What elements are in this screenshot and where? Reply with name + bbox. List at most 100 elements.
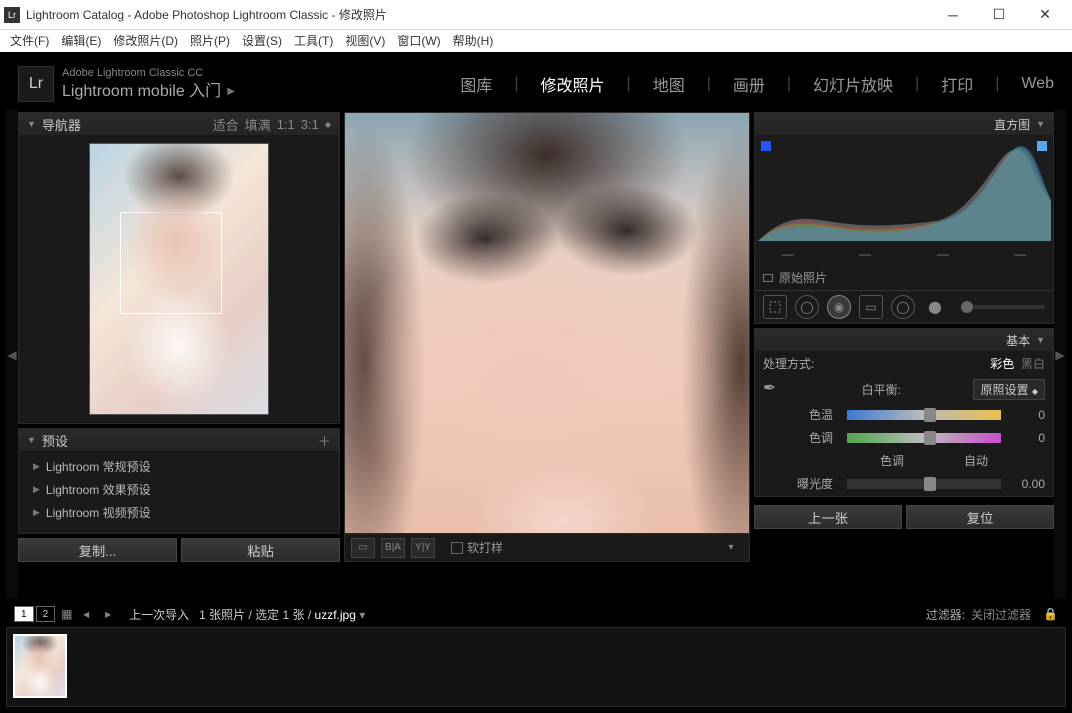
navigator-crop-frame[interactable] bbox=[120, 212, 222, 314]
menu-photo[interactable]: 照片(P) bbox=[184, 30, 236, 52]
brush-size-slider[interactable] bbox=[961, 305, 1045, 309]
navigator-image[interactable] bbox=[89, 143, 269, 415]
app-icon: Lr bbox=[4, 7, 20, 23]
filmstrip[interactable] bbox=[6, 627, 1066, 707]
navigator-panel: ▼ 导航器 适合 填满 1:1 3:1 ◆ bbox=[18, 112, 340, 424]
back-icon[interactable]: ◂ bbox=[83, 607, 97, 621]
tint-value[interactable]: 0 bbox=[1007, 431, 1045, 445]
menu-edit[interactable]: 编辑(E) bbox=[55, 30, 107, 52]
basic-header[interactable]: 基本 ▼ bbox=[755, 329, 1053, 351]
lightroom-logo-icon: Lr bbox=[18, 66, 54, 102]
zoom-fill[interactable]: 填满 bbox=[245, 115, 271, 134]
redeye-tool-icon[interactable]: ◉ bbox=[827, 295, 851, 319]
menu-file[interactable]: 文件(F) bbox=[4, 30, 55, 52]
preset-folder[interactable]: ▶Lightroom 视频预设 bbox=[19, 501, 339, 524]
navigator-header[interactable]: ▼ 导航器 适合 填满 1:1 3:1 ◆ bbox=[19, 113, 339, 135]
filter-select[interactable]: 关闭过滤器 bbox=[971, 606, 1031, 623]
checkbox-icon bbox=[451, 542, 463, 554]
maximize-button[interactable]: ☐ bbox=[976, 0, 1022, 30]
menu-window[interactable]: 窗口(W) bbox=[391, 30, 446, 52]
copy-button[interactable]: 复制... bbox=[18, 538, 177, 562]
module-web[interactable]: Web bbox=[1021, 75, 1054, 93]
menu-help[interactable]: 帮助(H) bbox=[447, 30, 500, 52]
temp-label: 色温 bbox=[763, 406, 833, 423]
treatment-bw[interactable]: 黑白 bbox=[1021, 357, 1045, 371]
status-bar: 1 2 ▦ ◂ ▸ 上一次导入 1 张照片 / 选定 1 张 / uzzf.jp… bbox=[6, 603, 1066, 625]
zoom-fit[interactable]: 适合 bbox=[213, 115, 239, 134]
triangle-icon: ▶ bbox=[33, 461, 40, 472]
close-button[interactable]: ✕ bbox=[1022, 0, 1068, 30]
copy-paste-row: 复制... 粘贴 bbox=[18, 538, 340, 562]
identity-line2[interactable]: Lightroom mobile 入门▶ bbox=[62, 81, 460, 103]
photo-content bbox=[345, 113, 749, 533]
before-after-tb-icon[interactable]: Y|Y bbox=[411, 538, 435, 558]
source-label: 上一次导入 bbox=[129, 608, 189, 622]
title-bar: Lr Lightroom Catalog - Adobe Photoshop L… bbox=[0, 0, 1072, 30]
soft-proof-toggle[interactable]: 软打样 bbox=[451, 539, 503, 556]
chevron-down-icon[interactable]: ▾ bbox=[359, 608, 365, 622]
exposure-slider[interactable] bbox=[847, 479, 1001, 489]
spot-removal-icon[interactable]: ◯ bbox=[795, 295, 819, 319]
menu-tools[interactable]: 工具(T) bbox=[288, 30, 339, 52]
crop-tool-icon[interactable] bbox=[763, 295, 787, 319]
prev-reset-row: 上一张 复位 bbox=[754, 505, 1054, 529]
presets-list: ▶Lightroom 常规预设 ▶Lightroom 效果预设 ▶Lightro… bbox=[19, 451, 339, 528]
module-book[interactable]: 画册 bbox=[733, 72, 765, 96]
menu-view[interactable]: 视图(V) bbox=[339, 30, 391, 52]
module-map[interactable]: 地图 bbox=[653, 72, 685, 96]
secondary-display-button[interactable]: 2 bbox=[36, 606, 56, 622]
filmstrip-thumb[interactable] bbox=[13, 634, 67, 698]
basic-panel: 基本 ▼ 处理方式: 彩色 黑白 ✒ 白平衡: 原照设置 ◆ bbox=[754, 328, 1054, 497]
radial-filter-icon[interactable]: ◯ bbox=[891, 295, 915, 319]
original-photo-row[interactable]: 原始照片 bbox=[755, 265, 1053, 290]
hist-info-3: — bbox=[918, 247, 968, 261]
left-gutter[interactable]: ◀ bbox=[6, 110, 18, 599]
image-canvas[interactable] bbox=[344, 112, 750, 534]
zoom-1-1[interactable]: 1:1 bbox=[277, 117, 295, 132]
histogram-header[interactable]: 直方图 ▼ bbox=[755, 113, 1053, 135]
presets-header[interactable]: ▼ 预设 ＋ bbox=[19, 429, 339, 451]
menu-develop[interactable]: 修改照片(D) bbox=[107, 30, 184, 52]
auto-tone-button[interactable]: 自动 bbox=[964, 452, 988, 469]
loupe-view-icon[interactable]: ▭ bbox=[351, 538, 375, 558]
zoom-3-1[interactable]: 3:1 bbox=[301, 117, 319, 132]
tone-header-row: 色调 自动 bbox=[763, 452, 1045, 469]
eyedropper-icon[interactable]: ✒ bbox=[763, 378, 789, 400]
primary-display-button[interactable]: 1 bbox=[14, 606, 34, 622]
forward-icon[interactable]: ▸ bbox=[105, 607, 119, 621]
filter-lock-icon[interactable]: 🔒 bbox=[1043, 607, 1058, 621]
wb-select[interactable]: 原照设置 ◆ bbox=[973, 379, 1045, 400]
paste-button[interactable]: 粘贴 bbox=[181, 538, 340, 562]
module-slideshow[interactable]: 幻灯片放映 bbox=[813, 72, 893, 96]
divider: | bbox=[514, 75, 518, 93]
add-preset-icon[interactable]: ＋ bbox=[318, 431, 331, 450]
menu-settings[interactable]: 设置(S) bbox=[236, 30, 288, 52]
temp-row: 色温 0 bbox=[763, 406, 1045, 423]
module-library[interactable]: 图库 bbox=[460, 72, 492, 96]
module-develop[interactable]: 修改照片 bbox=[541, 72, 605, 96]
grid-icon[interactable]: ▦ bbox=[61, 607, 75, 621]
reset-button[interactable]: 复位 bbox=[906, 505, 1054, 529]
treatment-color[interactable]: 彩色 bbox=[990, 357, 1014, 371]
breadcrumb[interactable]: 上一次导入 1 张照片 / 选定 1 张 / uzzf.jpg ▾ bbox=[129, 606, 365, 623]
original-photo-label: 原始照片 bbox=[779, 269, 827, 286]
histogram-chart[interactable] bbox=[757, 137, 1051, 241]
previous-button[interactable]: 上一张 bbox=[754, 505, 902, 529]
adjustment-brush-icon[interactable]: ⬤ bbox=[923, 295, 947, 319]
disclosure-icon: ▼ bbox=[1036, 119, 1045, 129]
before-after-lr-icon[interactable]: B|A bbox=[381, 538, 405, 558]
right-gutter[interactable]: ▶ bbox=[1054, 110, 1066, 599]
module-print[interactable]: 打印 bbox=[941, 72, 973, 96]
minimize-button[interactable]: ─ bbox=[930, 0, 976, 30]
tint-slider[interactable] bbox=[847, 433, 1001, 443]
zoom-more-icon[interactable]: ◆ bbox=[325, 120, 331, 129]
temp-slider[interactable] bbox=[847, 410, 1001, 420]
preset-folder[interactable]: ▶Lightroom 效果预设 bbox=[19, 478, 339, 501]
temp-value[interactable]: 0 bbox=[1007, 408, 1045, 422]
exposure-value[interactable]: 0.00 bbox=[1007, 477, 1045, 491]
histogram-info-row: — — — — bbox=[755, 243, 1053, 265]
preset-folder[interactable]: ▶Lightroom 常规预设 bbox=[19, 455, 339, 478]
toolbar-menu-icon[interactable]: ▾ bbox=[719, 538, 743, 558]
basic-title: 基本 bbox=[1006, 332, 1030, 349]
graduated-filter-icon[interactable]: ▭ bbox=[859, 295, 883, 319]
